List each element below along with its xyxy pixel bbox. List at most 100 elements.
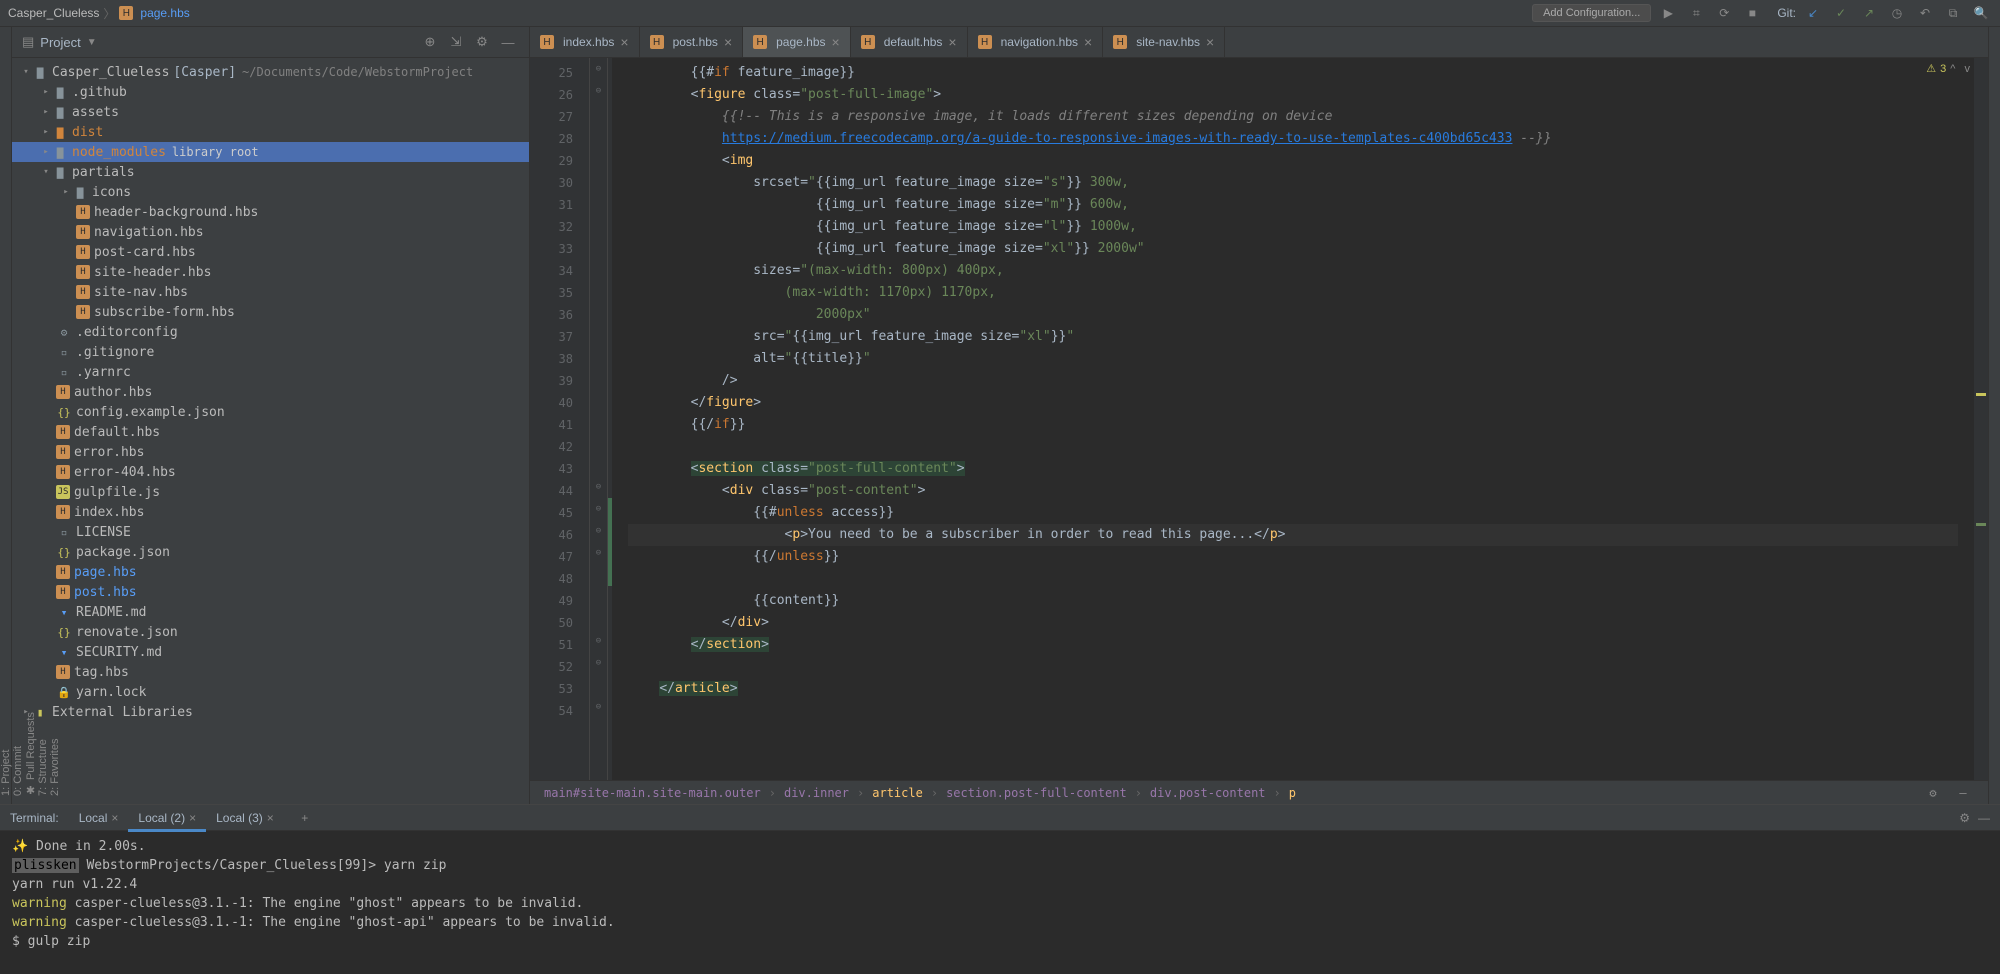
line-number[interactable]: 47 xyxy=(530,546,573,568)
chevron-down-icon[interactable]: ▼ xyxy=(87,37,97,48)
breadcrumb-segment[interactable]: p xyxy=(1289,786,1296,800)
tree-file[interactable]: Hsite-header.hbs xyxy=(12,262,529,282)
tree-file[interactable]: Hpost.hbs xyxy=(12,582,529,602)
line-number[interactable]: 34 xyxy=(530,260,573,282)
tree-file[interactable]: Hsite-nav.hbs xyxy=(12,282,529,302)
line-number[interactable]: 28 xyxy=(530,128,573,150)
code-line[interactable] xyxy=(628,700,1958,722)
tree-file[interactable]: ⚙.editorconfig xyxy=(12,322,529,342)
code-line[interactable]: (max-width: 1170px) 1170px, xyxy=(628,282,1958,304)
fold-handle[interactable] xyxy=(590,608,607,630)
line-number[interactable]: 38 xyxy=(530,348,573,370)
line-number[interactable]: 52 xyxy=(530,656,573,678)
tree-file[interactable]: ▫.yarnrc xyxy=(12,362,529,382)
commit-icon[interactable]: ✓ xyxy=(1830,2,1852,24)
stop-icon[interactable]: ■ xyxy=(1741,2,1763,24)
close-icon[interactable]: × xyxy=(1206,34,1214,50)
tree-file[interactable]: 🔒yarn.lock xyxy=(12,682,529,702)
code-line[interactable]: </figure> xyxy=(628,392,1958,414)
fold-handle[interactable]: ⊖ xyxy=(590,498,607,520)
breadcrumb-segment[interactable]: article xyxy=(872,786,923,800)
tree-external-libs[interactable]: ▸ ▮ External Libraries xyxy=(12,702,529,722)
editor-tab[interactable]: Hpage.hbs× xyxy=(743,27,851,57)
fold-handle[interactable] xyxy=(590,586,607,608)
tree-folder-assets[interactable]: ▸ ▇ assets xyxy=(12,102,529,122)
editor-breadcrumb[interactable]: main#site-main.site-main.outer›div.inner… xyxy=(530,780,1988,804)
code-editor[interactable]: {{#if feature_image}} <figure class="pos… xyxy=(612,58,1974,780)
close-icon[interactable]: × xyxy=(620,34,628,50)
fold-handle[interactable]: ⊖ xyxy=(590,80,607,102)
fold-handle[interactable] xyxy=(590,146,607,168)
tree-folder-partials[interactable]: ▾ ▇ partials xyxy=(12,162,529,182)
close-icon[interactable]: × xyxy=(948,34,956,50)
pull-requests-tool-tab[interactable]: ✱ Pull Requests xyxy=(24,27,37,804)
window-icon[interactable]: ⧉ xyxy=(1942,2,1964,24)
tree-folder-icons[interactable]: ▸ ▇ icons xyxy=(12,182,529,202)
code-line[interactable]: 💡 <p>You need to be a subscriber in orde… xyxy=(628,524,1958,546)
fold-handle[interactable] xyxy=(590,410,607,432)
commit-tool-tab[interactable]: 0: Commit xyxy=(12,27,24,804)
minimize-icon[interactable]: — xyxy=(1952,782,1974,804)
code-line[interactable]: {{img_url feature_image size="m"}} 600w, xyxy=(628,194,1958,216)
fold-handle[interactable]: ⊖ xyxy=(590,652,607,674)
fold-handle[interactable] xyxy=(590,564,607,586)
favorites-tool-tab[interactable]: 2: Favorites xyxy=(49,27,61,804)
chevron-right-icon[interactable]: ▸ xyxy=(60,187,72,197)
fold-handle[interactable] xyxy=(590,674,607,696)
code-line[interactable]: {{img_url feature_image size="xl"}} 2000… xyxy=(628,238,1958,260)
close-icon[interactable]: × xyxy=(111,811,118,825)
editor-body[interactable]: ⚠ 3 ^ v 25262728293031323334353637383940… xyxy=(530,58,1988,780)
breadcrumb-segment[interactable]: div.post-content xyxy=(1150,786,1266,800)
line-number[interactable]: 39 xyxy=(530,370,573,392)
line-number[interactable]: 50 xyxy=(530,612,573,634)
fold-handle[interactable] xyxy=(590,718,607,740)
line-number[interactable]: 27 xyxy=(530,106,573,128)
code-line[interactable]: <div class="post-content"> xyxy=(628,480,1958,502)
terminal-tab[interactable]: Local (2)× xyxy=(128,807,206,832)
close-icon[interactable]: × xyxy=(189,811,196,825)
breadcrumb-segment[interactable]: section.post-full-content xyxy=(946,786,1127,800)
coverage-icon[interactable]: ⟳ xyxy=(1713,2,1735,24)
line-number[interactable]: 45 xyxy=(530,502,573,524)
line-number[interactable]: 37 xyxy=(530,326,573,348)
code-line[interactable]: sizes="(max-width: 800px) 400px, xyxy=(628,260,1958,282)
code-line[interactable]: src="{{img_url feature_image size="xl"}}… xyxy=(628,326,1958,348)
line-number[interactable]: 48 xyxy=(530,568,573,590)
locate-icon[interactable]: ⊕ xyxy=(419,31,441,53)
line-number[interactable]: 41 xyxy=(530,414,573,436)
fold-handle[interactable] xyxy=(590,366,607,388)
breadcrumb-segment[interactable]: main#site-main.site-main.outer xyxy=(544,786,761,800)
run-icon[interactable]: ▶ xyxy=(1657,2,1679,24)
tree-file[interactable]: Hauthor.hbs xyxy=(12,382,529,402)
line-number[interactable]: 26 xyxy=(530,84,573,106)
tree-file[interactable]: ▫LICENSE xyxy=(12,522,529,542)
line-number[interactable]: 43 xyxy=(530,458,573,480)
close-icon[interactable]: × xyxy=(1084,34,1092,50)
fold-handle[interactable] xyxy=(590,432,607,454)
fold-handle[interactable] xyxy=(590,388,607,410)
line-number[interactable]: 51 xyxy=(530,634,573,656)
editor-tab[interactable]: Hnavigation.hbs× xyxy=(968,27,1104,57)
project-tree[interactable]: ▾ ▇ Casper_Clueless [Casper] ~/Documents… xyxy=(12,58,529,804)
fold-handle[interactable]: ⊖ xyxy=(590,520,607,542)
line-number[interactable]: 29 xyxy=(530,150,573,172)
fold-handle[interactable] xyxy=(590,278,607,300)
line-number[interactable] xyxy=(530,722,573,744)
close-icon[interactable]: × xyxy=(267,811,274,825)
fold-handle[interactable] xyxy=(590,300,607,322)
add-configuration-button[interactable]: Add Configuration... xyxy=(1532,4,1651,22)
code-line[interactable]: {{#unless access}} xyxy=(628,502,1958,524)
tree-file[interactable]: ▫.gitignore xyxy=(12,342,529,362)
code-line[interactable]: 2000px" xyxy=(628,304,1958,326)
expand-all-icon[interactable]: ⇲ xyxy=(445,31,467,53)
fold-handle[interactable] xyxy=(590,322,607,344)
tree-folder-dist[interactable]: ▸ ▇ dist xyxy=(12,122,529,142)
tree-file[interactable]: ▾README.md xyxy=(12,602,529,622)
minimize-icon[interactable]: — xyxy=(1978,811,1990,825)
fold-handle[interactable] xyxy=(590,256,607,278)
code-line[interactable]: <figure class="post-full-image"> xyxy=(628,84,1958,106)
code-line[interactable]: <img xyxy=(628,150,1958,172)
line-number[interactable]: 40 xyxy=(530,392,573,414)
code-line[interactable]: https://medium.freecodecamp.org/a-guide-… xyxy=(628,128,1958,150)
project-tool-tab[interactable]: 1: Project xyxy=(0,27,12,804)
